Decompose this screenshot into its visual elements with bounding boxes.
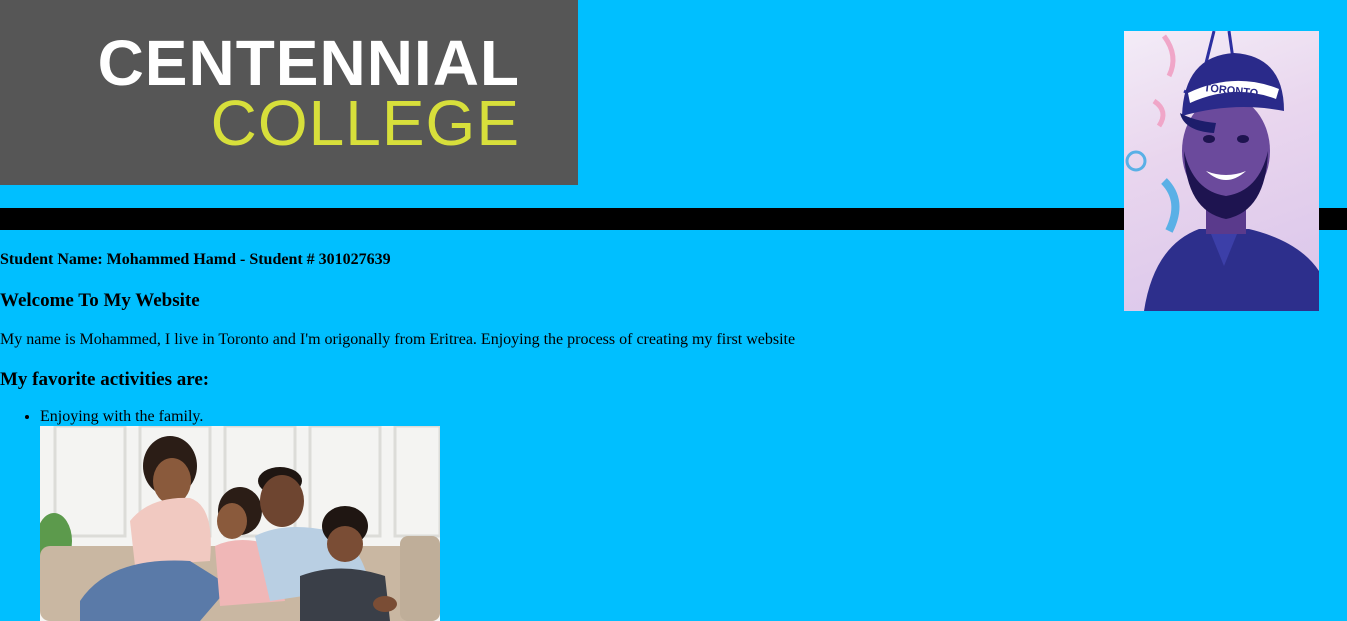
college-logo: CENTENNIAL COLLEGE [0,0,578,185]
logo-line-college: COLLEGE [210,87,520,159]
profile-photo: TORONTO [1124,31,1319,311]
family-photo [40,426,440,621]
activities-list: Enjoying with the family. [0,407,203,426]
activities-heading: My favorite activities are: [0,369,210,390]
intro-paragraph: My name is Mohammed, I live in Toronto a… [0,331,796,348]
welcome-heading: Welcome To My Website [0,290,200,311]
page: CENTENNIAL COLLEGE TORONTO Student Name:… [0,0,1347,621]
student-info: Student Name: Mohammed Hamd - Student # … [0,251,391,268]
list-item: Enjoying with the family. [40,407,203,426]
